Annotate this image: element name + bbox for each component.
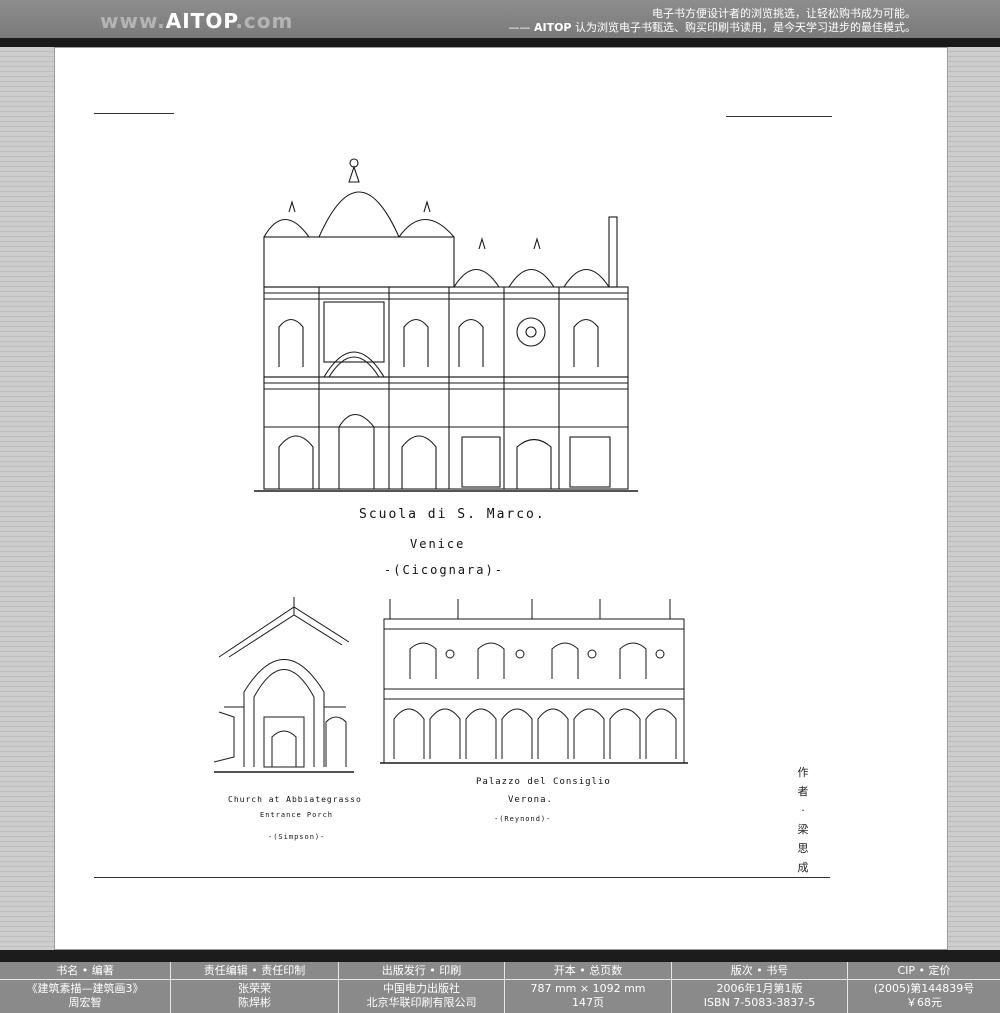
author-char: 梁 bbox=[797, 823, 809, 836]
col-header: CIP • 定价 bbox=[848, 962, 1000, 980]
site-logo[interactable]: www.AITOP.com bbox=[100, 9, 293, 33]
col-header: 开本 • 总页数 bbox=[505, 962, 671, 980]
palazzo-caption-title: Palazzo del Consiglio bbox=[476, 777, 611, 787]
slogan-line-2: —— AITOP 认为浏览电子书甄选、购买印刷书读用，是今天学习进步的最佳模式。 bbox=[508, 21, 916, 35]
slogan-line-1: 电子书方便设计者的浏览挑选，让轻松购书成为可能。 bbox=[652, 7, 916, 20]
logo-brand: AITOP bbox=[165, 9, 236, 33]
author-credit: 作 者 · 梁 思 成 bbox=[796, 763, 810, 877]
bottom-rule bbox=[94, 877, 830, 878]
col-header: 版次 • 书号 bbox=[672, 962, 847, 980]
col-header: 出版发行 • 印刷 bbox=[339, 962, 504, 980]
col-value: 周宏智 bbox=[68, 996, 102, 1009]
left-margin-panel bbox=[0, 47, 54, 950]
footer-col-editor: 责任编辑 • 责任印制 张荣荣 陈焊彬 bbox=[171, 962, 339, 1013]
footer-col-title: 书名 • 编著 《建筑素描—建筑画3》 周宏智 bbox=[0, 962, 171, 1013]
author-char: 成 bbox=[797, 861, 809, 874]
col-header: 责任编辑 • 责任印制 bbox=[171, 962, 338, 980]
author-char: 思 bbox=[797, 842, 809, 855]
church-abbiategrasso-sketch bbox=[214, 597, 354, 773]
author-char: · bbox=[801, 804, 805, 817]
col-value: ￥68元 bbox=[906, 996, 942, 1009]
main-caption-title: Scuola di S. Marco. bbox=[359, 507, 546, 522]
footer-col-format: 开本 • 总页数 787 mm × 1092 mm 147页 bbox=[505, 962, 672, 1013]
col-value: 张荣荣 bbox=[238, 982, 271, 995]
col-value: 《建筑素描—建筑画3》 bbox=[26, 982, 144, 995]
church-caption-title: Church at Abbiategrasso bbox=[228, 795, 362, 804]
col-value: 陈焊彬 bbox=[238, 996, 271, 1009]
palazzo-consiglio-sketch bbox=[380, 599, 688, 764]
col-value: ISBN 7-5083-3837-5 bbox=[703, 996, 816, 1009]
author-char: 作 bbox=[797, 766, 809, 779]
col-value: 787 mm × 1092 mm bbox=[530, 982, 646, 995]
top-banner: www.AITOP.com 电子书方便设计者的浏览挑选，让轻松购书成为可能。 —… bbox=[0, 0, 1000, 38]
right-margin-panel bbox=[948, 47, 1000, 950]
footer-divider bbox=[0, 950, 1000, 962]
palazzo-caption-city: Verona. bbox=[508, 795, 553, 805]
footer-col-publisher: 出版发行 • 印刷 中国电力出版社 北京华联印刷有限公司 bbox=[339, 962, 505, 1013]
col-value: 147页 bbox=[572, 996, 604, 1009]
col-value: (2005)第144839号 bbox=[873, 982, 975, 995]
slogan-text: 认为浏览电子书甄选、购买印刷书读用，是今天学习进步的最佳模式。 bbox=[571, 21, 916, 34]
church-caption-subtitle: Entrance Porch bbox=[260, 811, 334, 819]
col-value: 北京华联印刷有限公司 bbox=[366, 996, 477, 1009]
top-left-rule bbox=[94, 113, 174, 114]
col-value: 中国电力出版社 bbox=[383, 982, 460, 995]
church-caption-source: -(Simpson)- bbox=[268, 833, 326, 841]
book-page: Scuola di S. Marco. Venice -(Cicognara)-… bbox=[54, 47, 948, 950]
header-divider bbox=[0, 38, 1000, 47]
footer-col-edition: 版次 • 书号 2006年1月第1版 ISBN 7-5083-3837-5 bbox=[672, 962, 848, 1013]
logo-prefix: www. bbox=[100, 9, 166, 33]
scuola-san-marco-sketch bbox=[254, 158, 638, 492]
logo-suffix: .com bbox=[235, 9, 294, 33]
main-caption-city: Venice bbox=[410, 537, 466, 551]
top-right-rule bbox=[726, 116, 832, 117]
slogan-dash: —— bbox=[508, 21, 534, 34]
main-caption-source: -(Cicognara)- bbox=[384, 563, 504, 577]
col-value: 2006年1月第1版 bbox=[716, 982, 803, 995]
author-char: 者 bbox=[797, 785, 809, 798]
slogan-brand: AITOP bbox=[533, 21, 572, 34]
palazzo-caption-source: -(Reynond)- bbox=[494, 815, 552, 823]
col-header: 书名 • 编著 bbox=[0, 962, 170, 980]
book-info-table: 书名 • 编著 《建筑素描—建筑画3》 周宏智 责任编辑 • 责任印制 张荣荣 陈焊… bbox=[0, 962, 1000, 1013]
footer-col-cip: CIP • 定价 (2005)第144839号 ￥68元 bbox=[848, 962, 1000, 1013]
